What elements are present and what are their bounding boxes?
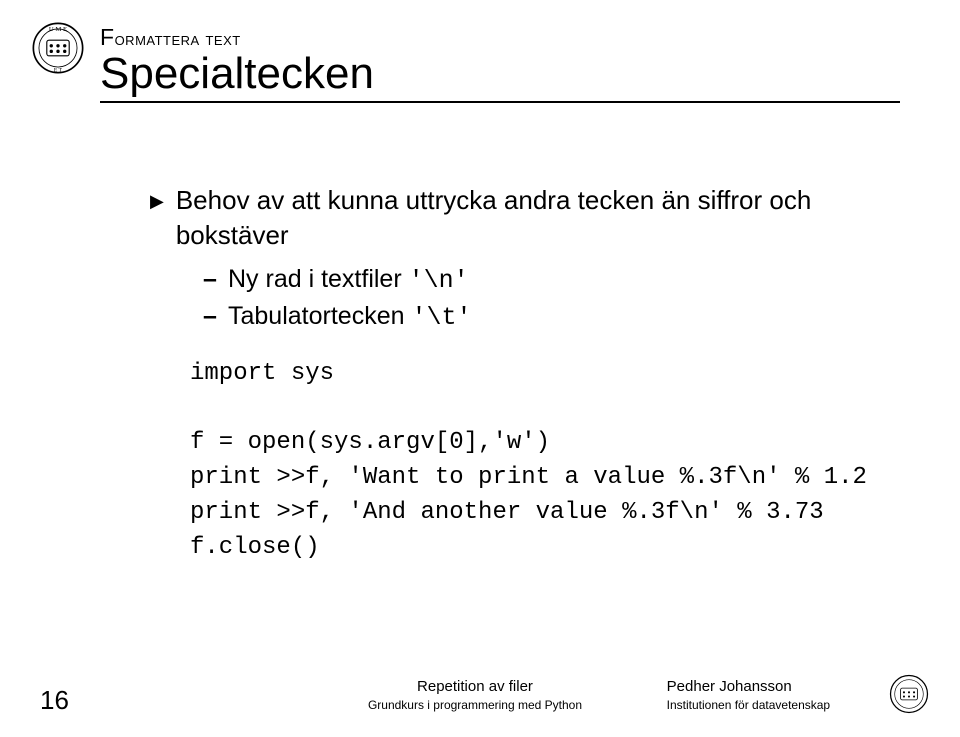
university-seal-icon: U M E E T bbox=[30, 20, 86, 76]
code-line: f = open(sys.argv[0],'w') bbox=[190, 429, 550, 456]
code-line: f.close() bbox=[190, 534, 320, 561]
dash-icon: – bbox=[202, 300, 218, 335]
triangle-bullet-icon: ▶ bbox=[150, 183, 164, 253]
title-rule bbox=[100, 101, 900, 103]
sub1-text: Ny rad i textfiler bbox=[228, 265, 409, 293]
code-block: import sys f = open(sys.argv[0],'w') pri… bbox=[190, 357, 900, 566]
sublist: – Ny rad i textfiler '\n' – Tabulatortec… bbox=[202, 263, 900, 335]
header: Formattera text Specialtecken bbox=[100, 26, 900, 103]
code-line: import sys bbox=[190, 360, 334, 387]
svg-text:U M E: U M E bbox=[49, 26, 67, 33]
footer-center-sub: Grundkurs i programmering med Python bbox=[343, 697, 606, 713]
eyebrow-text: Formattera text bbox=[100, 26, 900, 49]
code-line: print >>f, 'And another value %.3f\n' % … bbox=[190, 499, 824, 526]
sub2-code: '\t' bbox=[411, 303, 471, 332]
slide: U M E E T Formattera text Specialtecken … bbox=[0, 0, 960, 737]
content-area: ▶ Behov av att kunna uttrycka andra teck… bbox=[150, 183, 900, 565]
sub-bullet-1: – Ny rad i textfiler '\n' bbox=[202, 263, 900, 298]
footer: 16 Repetition av filer Grundkurs i progr… bbox=[0, 657, 960, 713]
sub-bullet-2: – Tabulatortecken '\t' bbox=[202, 300, 900, 335]
svg-text:E T: E T bbox=[54, 68, 63, 74]
dash-icon: – bbox=[202, 263, 218, 298]
footer-author-name: Pedher Johansson bbox=[667, 677, 870, 697]
bullet-main-text: Behov av att kunna uttrycka andra tecken… bbox=[176, 183, 900, 253]
footer-center-title: Repetition av filer bbox=[343, 677, 606, 697]
page-number: 16 bbox=[0, 687, 80, 713]
university-seal-icon bbox=[888, 673, 930, 715]
sub2-text: Tabulatortecken bbox=[228, 302, 411, 330]
sub1-code: '\n' bbox=[409, 266, 469, 295]
footer-center: Repetition av filer Grundkurs i programm… bbox=[343, 677, 606, 713]
footer-author: Pedher Johansson Institutionen för datav… bbox=[607, 677, 870, 713]
code-line: print >>f, 'Want to print a value %.3f\n… bbox=[190, 464, 867, 491]
bullet-main: ▶ Behov av att kunna uttrycka andra teck… bbox=[150, 183, 900, 253]
footer-author-dept: Institutionen för datavetenskap bbox=[667, 697, 870, 713]
page-title: Specialtecken bbox=[100, 51, 900, 97]
